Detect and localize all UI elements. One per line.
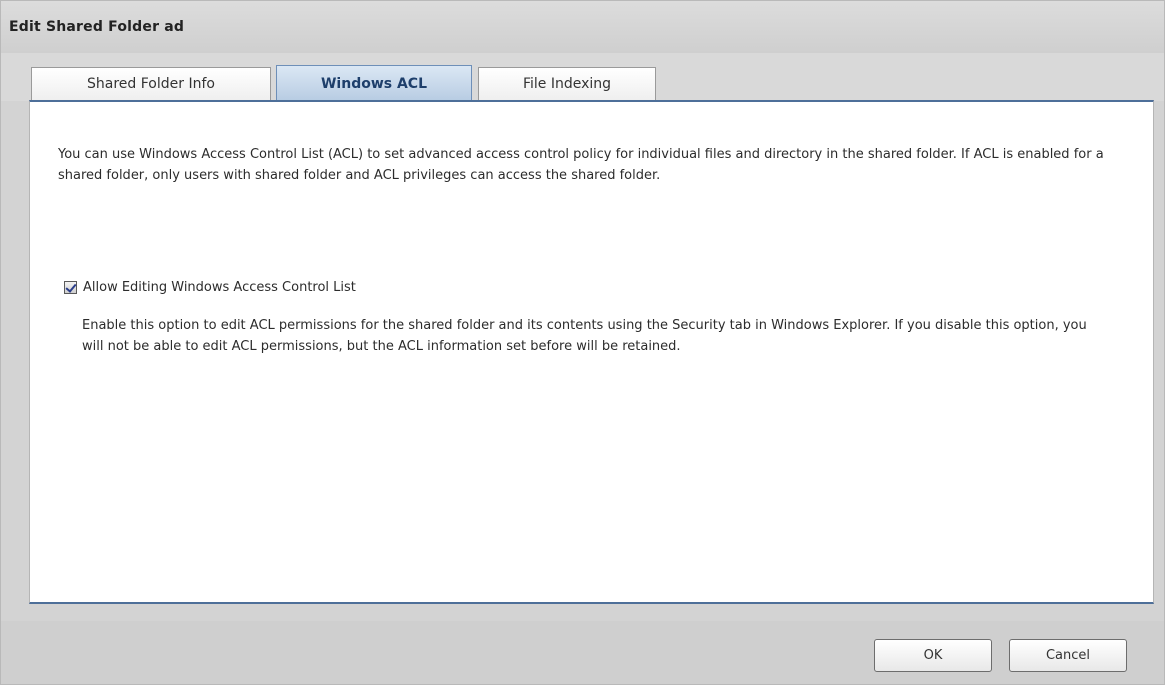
- acl-description: You can use Windows Access Control List …: [58, 147, 1104, 183]
- allow-acl-editing-description: Enable this option to edit ACL permissio…: [82, 318, 1087, 354]
- tab-shared-folder-info[interactable]: Shared Folder Info: [31, 67, 271, 100]
- allow-acl-editing-checkbox[interactable]: [64, 280, 77, 294]
- dialog-title: Edit Shared Folder ad: [9, 19, 185, 35]
- dialog-titlebar: Edit Shared Folder ad: [1, 1, 1164, 54]
- tab-windows-acl[interactable]: Windows ACL: [276, 65, 472, 102]
- windows-acl-panel: You can use Windows Access Control List …: [29, 100, 1154, 604]
- edit-shared-folder-dialog: Edit Shared Folder ad Shared Folder Info…: [0, 0, 1165, 685]
- allow-acl-editing-option[interactable]: Allow Editing Windows Access Control Lis…: [64, 277, 356, 297]
- ok-button[interactable]: OK: [874, 639, 992, 672]
- tab-file-indexing[interactable]: File Indexing: [478, 67, 656, 100]
- tab-strip: Shared Folder Info Windows ACL File Inde…: [1, 53, 1164, 102]
- cancel-button[interactable]: Cancel: [1009, 639, 1127, 672]
- dialog-footer: OK Cancel: [1, 621, 1164, 684]
- allow-acl-editing-label[interactable]: Allow Editing Windows Access Control Lis…: [83, 280, 356, 295]
